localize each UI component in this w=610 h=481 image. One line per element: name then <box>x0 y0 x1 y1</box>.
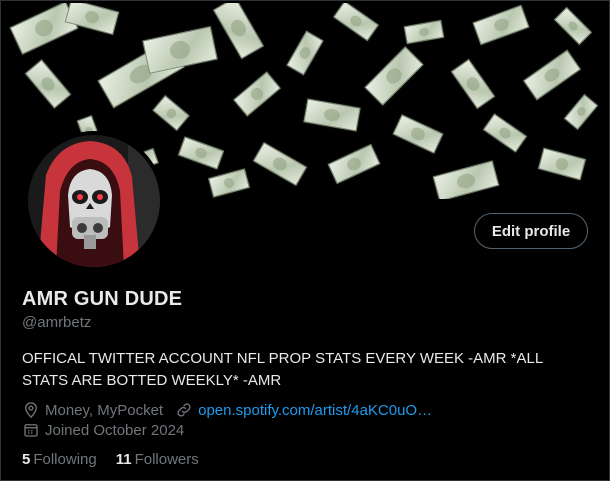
banner-bill <box>142 26 218 74</box>
banner-bill <box>482 113 528 153</box>
banner-bill <box>303 98 361 132</box>
link-icon <box>175 401 193 419</box>
calendar-icon <box>22 421 40 439</box>
banner-bill <box>364 46 424 106</box>
banner-bill <box>212 3 265 60</box>
hooded-skull-avatar-image <box>28 135 160 267</box>
profile-website[interactable]: open.spotify.com/artist/4aKC0uO… <box>175 401 432 419</box>
banner-bill <box>553 6 593 46</box>
profile-stats: 5 Following 11 Followers <box>22 451 218 468</box>
banner-bill <box>432 160 500 199</box>
profile-joined: Joined October 2024 <box>22 421 184 439</box>
banner-bill <box>327 143 381 185</box>
banner-bill <box>392 114 444 154</box>
banner-bill <box>252 141 308 187</box>
banner-bill <box>333 3 379 42</box>
profile-avatar[interactable] <box>24 131 164 271</box>
location-text: Money, MyPocket <box>45 401 164 419</box>
banner-bill <box>152 95 190 131</box>
profile-bio: OFFICAL TWITTER ACCOUNT NFL PROP STATS E… <box>22 350 543 389</box>
banner-bill <box>563 93 599 131</box>
followers-label: Followers <box>134 451 199 468</box>
banner-bill <box>24 59 72 109</box>
website-link[interactable]: open.spotify.com/artist/4aKC0uO… <box>198 402 432 419</box>
following-stat[interactable]: 5 Following <box>22 451 97 468</box>
banner-bill <box>450 58 496 110</box>
joined-text: Joined October 2024 <box>45 421 185 439</box>
followers-stat[interactable]: 11 Followers <box>116 451 199 468</box>
location-pin-icon <box>22 401 40 419</box>
banner-bill <box>472 4 530 46</box>
profile-handle: @amrbetz <box>22 314 92 331</box>
banner-bill <box>286 30 324 76</box>
banner-bill <box>403 19 445 45</box>
edit-profile-button[interactable]: Edit profile <box>474 213 588 249</box>
following-count: 5 <box>22 451 31 468</box>
profile-joined-row: Joined October 2024 <box>22 421 196 439</box>
profile-location: Money, MyPocket <box>22 401 163 419</box>
followers-count: 11 <box>115 451 132 468</box>
banner-bill <box>523 49 581 101</box>
profile-display-name: AMR GUN DUDE <box>22 288 183 310</box>
banner-bill <box>177 136 225 170</box>
banner-bill <box>233 71 281 117</box>
banner-bill <box>208 168 250 198</box>
banner-bill <box>537 147 587 181</box>
profile-meta-row: Money, MyPocket open.spotify.com/artist/… <box>22 401 444 419</box>
following-label: Following <box>33 451 97 468</box>
